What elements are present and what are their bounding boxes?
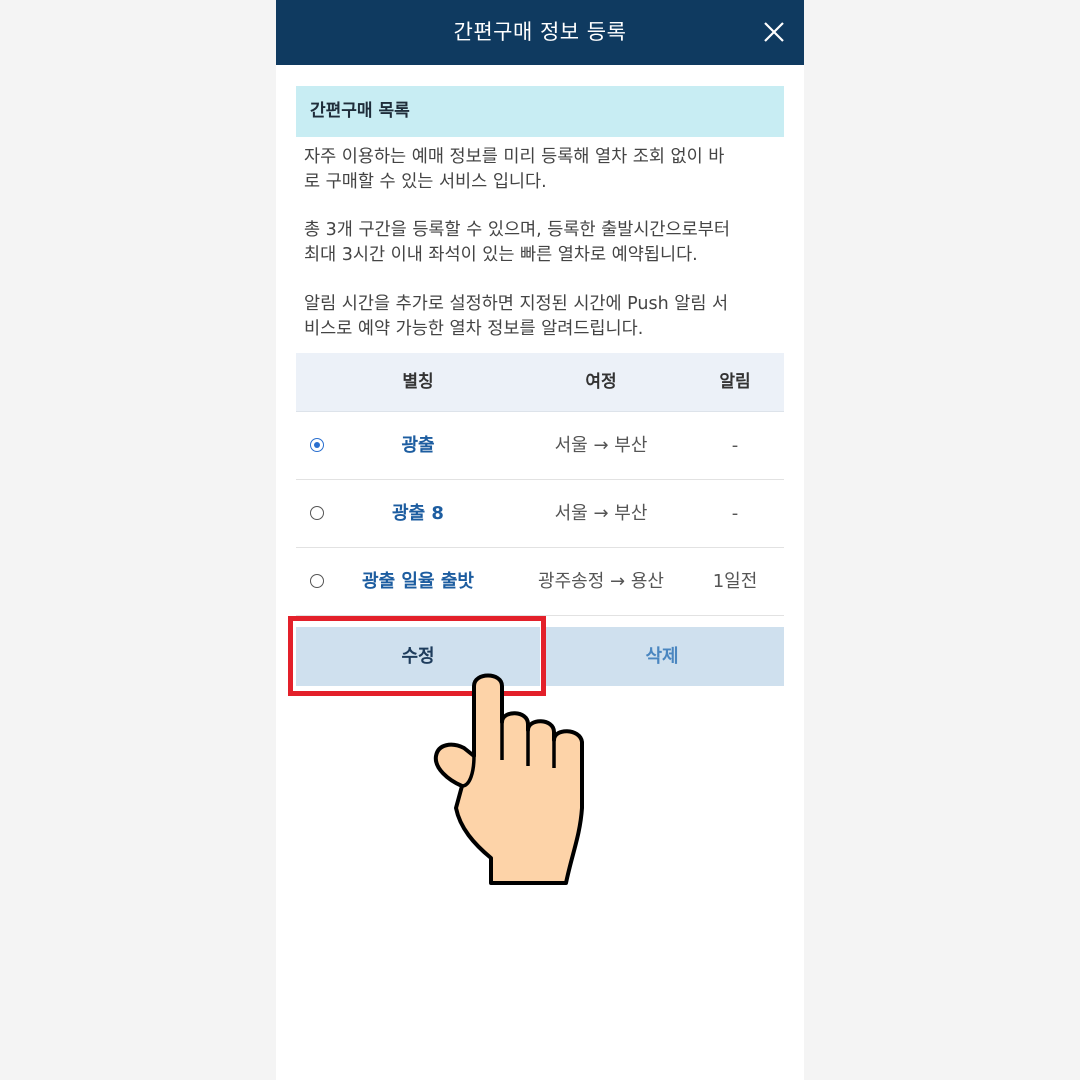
radio-button[interactable] (310, 574, 324, 588)
column-header-route: 여정 (585, 372, 617, 392)
row-route: 서울 → 부산 (554, 503, 648, 524)
description-paragraph: 총 3개 구간을 등록할 수 있으며, 등록한 출발시간으로부터 최대 3시간 … (304, 220, 730, 265)
description-paragraph: 자주 이용하는 예매 정보를 미리 등록해 열차 조회 없이 바 로 구매할 수… (304, 147, 725, 192)
row-alarm: 1일전 (712, 571, 758, 592)
column-header-alias: 별칭 (402, 372, 434, 392)
description-paragraph: 알림 시간을 추가로 설정하면 지정된 시간에 Push 알림 서 비스로 예약… (304, 294, 729, 339)
section-heading-label: 간편구매 목록 (310, 101, 410, 121)
row-alias: 광출 8 (392, 503, 444, 524)
row-route: 서울 → 부산 (554, 435, 648, 456)
modal-screen: 간편구매 정보 등록 간편구매 목록 자주 이용하는 예매 정보를 미리 등록해… (276, 0, 804, 1080)
table-header: 별칭 여정 알림 (296, 353, 784, 412)
table-row[interactable]: 광출 8 서울 → 부산 - (296, 480, 784, 548)
row-alarm: - (731, 503, 739, 524)
radio-button[interactable] (310, 506, 324, 520)
row-route: 광주송정 → 용산 (538, 571, 664, 592)
section-heading: 간편구매 목록 (296, 86, 784, 137)
close-icon[interactable] (762, 20, 786, 44)
radio-button-selected[interactable] (310, 438, 324, 452)
title-bar: 간편구매 정보 등록 (276, 0, 804, 65)
table-row[interactable]: 광출 서울 → 부산 - (296, 412, 784, 480)
row-alias: 광출 (401, 435, 435, 456)
table-row[interactable]: 광출 일율 출밧 광주송정 → 용산 1일전 (296, 548, 784, 616)
row-alarm: - (731, 435, 739, 456)
quick-purchase-table: 별칭 여정 알림 광출 서울 → 부산 - 광출 8 서울 → 부산 - 광출 … (296, 353, 784, 616)
row-alias: 광출 일율 출밧 (362, 571, 474, 592)
pointing-hand-icon (433, 673, 584, 885)
page-title: 간편구매 정보 등록 (453, 20, 627, 44)
column-header-alarm: 알림 (719, 372, 751, 392)
